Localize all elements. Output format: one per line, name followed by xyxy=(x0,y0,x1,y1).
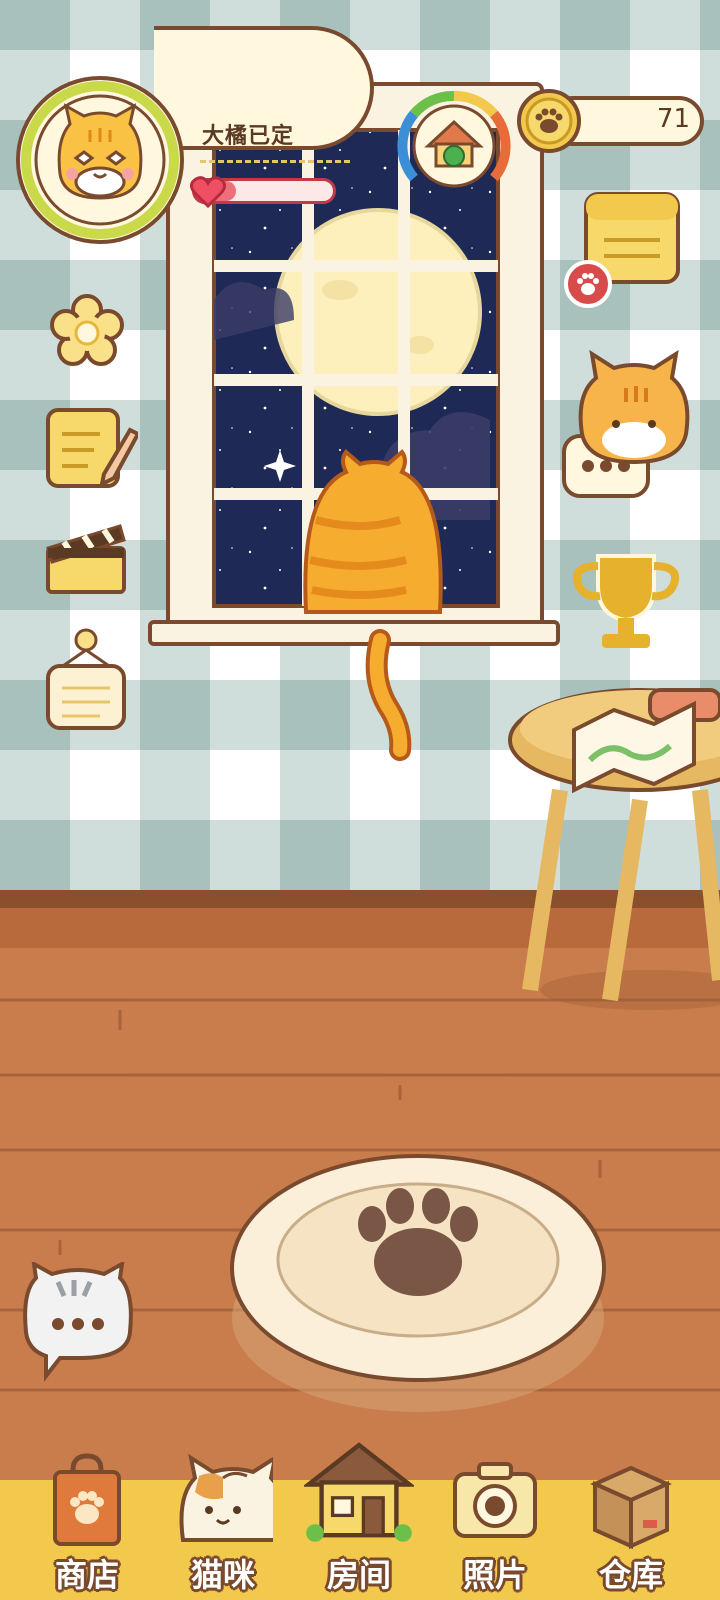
nav-shop-label: 商店 xyxy=(54,1556,119,1594)
mood-gauge[interactable] xyxy=(394,86,514,206)
name-divider xyxy=(200,160,350,163)
nav-cats-label: 猫咪 xyxy=(190,1556,255,1594)
nav-photos-label: 照片 xyxy=(462,1556,527,1594)
paw-coin-icon xyxy=(517,89,581,153)
nav-storage[interactable]: 仓库 xyxy=(566,1450,696,1600)
heart-icon xyxy=(189,176,227,209)
shopping-bag-icon xyxy=(53,1453,121,1546)
coin-value: 71 xyxy=(656,104,690,134)
nav-photos[interactable]: 照片 xyxy=(430,1450,560,1600)
cardboard-box-icon xyxy=(590,1465,672,1550)
nav-room[interactable]: 房间 xyxy=(294,1442,424,1600)
notebook-icon[interactable] xyxy=(560,186,686,310)
flower-icon[interactable] xyxy=(46,292,128,374)
house-icon xyxy=(304,1442,414,1542)
nav-cats[interactable]: 猫咪 xyxy=(158,1450,288,1600)
trophy-icon[interactable] xyxy=(568,546,684,656)
cat-bed xyxy=(230,1154,606,1412)
camera-icon xyxy=(453,1462,537,1538)
nav-room-label: 房间 xyxy=(326,1556,391,1594)
calico-cat-icon xyxy=(179,1453,273,1542)
nav-shop[interactable]: 商店 xyxy=(22,1450,152,1600)
cat-avatar[interactable] xyxy=(14,74,186,246)
gray-cat-chat-icon[interactable] xyxy=(18,1262,138,1382)
clapperboard-icon[interactable] xyxy=(42,518,130,598)
nav-storage-label: 仓库 xyxy=(598,1556,663,1594)
cat-name-label: 大橘已定 xyxy=(202,124,295,149)
paw-badge-icon xyxy=(564,260,612,308)
orange-cat-face-icon xyxy=(57,103,143,200)
hanging-sign-icon[interactable] xyxy=(42,626,130,732)
notepad-pencil-icon[interactable] xyxy=(44,404,138,492)
orange-cat-chat-icon[interactable] xyxy=(560,348,692,504)
